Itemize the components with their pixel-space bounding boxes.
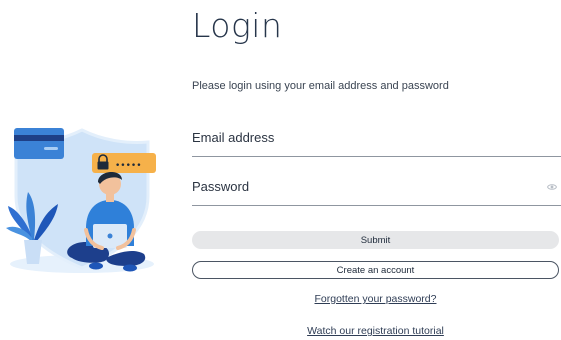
security-shield-illustration: ••••• — [6, 128, 156, 273]
registration-tutorial-link[interactable]: Watch our registration tutorial — [192, 325, 559, 337]
password-mask-text: ••••• — [115, 161, 142, 171]
credit-card-icon — [14, 128, 64, 159]
password-field[interactable]: Password — [192, 173, 561, 206]
forgot-password-link[interactable]: Forgotten your password? — [192, 293, 559, 305]
email-placeholder: Email address — [192, 130, 275, 145]
submit-button[interactable]: Submit — [192, 231, 559, 249]
email-field[interactable]: Email address — [192, 124, 561, 157]
eye-icon[interactable] — [547, 183, 557, 191]
security-illustration: ••••• — [2, 118, 162, 280]
login-instructions: Please login using your email address an… — [192, 80, 449, 92]
password-placeholder: Password — [192, 179, 250, 194]
page-title: Login — [192, 6, 283, 45]
password-badge: ••••• — [92, 153, 156, 173]
create-account-button[interactable]: Create an account — [192, 261, 559, 279]
plant-pot — [24, 240, 42, 264]
login-form: Login Please login using your email addr… — [192, 0, 561, 340]
